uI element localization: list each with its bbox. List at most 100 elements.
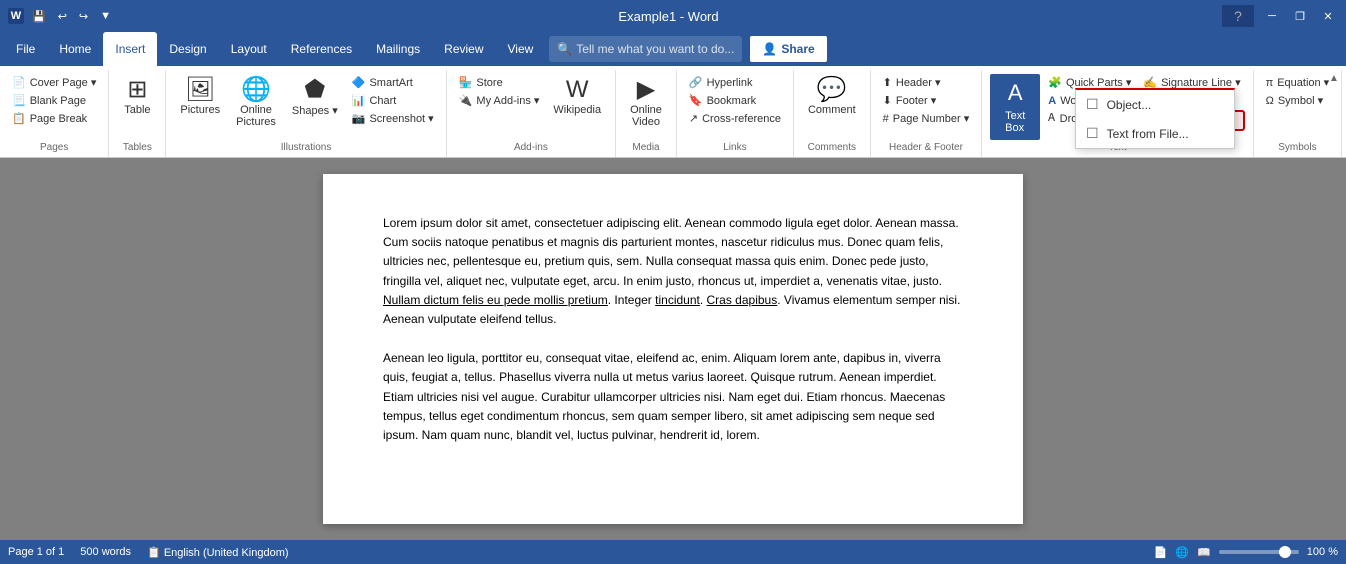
equation-btn[interactable]: π Equation ▾ <box>1262 74 1334 91</box>
links-buttons: 🔗 Hyperlink 🔖 Bookmark ↗ Cross-reference <box>685 74 785 140</box>
screenshot-btn[interactable]: 📷 Screenshot ▾ <box>348 110 438 127</box>
store-btn[interactable]: 🏪 Store <box>455 74 544 91</box>
hyperlink-btn[interactable]: 🔗 Hyperlink <box>685 74 785 91</box>
menu-insert[interactable]: Insert <box>103 32 157 66</box>
cover-page-btn[interactable]: 📄 Cover Page ▾ <box>8 74 100 91</box>
paragraph-1: Lorem ipsum dolor sit amet, consectetuer… <box>383 214 963 329</box>
object-dropdown-menu: ☐ Object... ☐ Text from File... <box>1075 88 1235 149</box>
menu-references[interactable]: References <box>279 32 364 66</box>
chart-icon: 📊 <box>352 94 366 107</box>
media-buttons: ▶ OnlineVideo <box>624 74 668 140</box>
illustrations-buttons: 🖼 Pictures 🌐 OnlinePictures ⬟ Shapes ▾ 🔷… <box>174 74 437 140</box>
help-icon: ? <box>1222 5 1254 27</box>
symbols-buttons: π Equation ▾ Ω Symbol ▾ <box>1262 74 1334 140</box>
tell-me-search[interactable]: 🔍 Tell me what you want to do... <box>549 36 742 62</box>
language-icon: 📋 <box>147 547 161 559</box>
bookmark-icon: 🔖 <box>689 94 703 107</box>
quick-parts-icon: 🧩 <box>1048 76 1062 89</box>
symbols-col: π Equation ▾ Ω Symbol ▾ <box>1262 74 1334 109</box>
document-page[interactable]: Lorem ipsum dolor sit amet, consectetuer… <box>323 174 1023 524</box>
search-placeholder: Tell me what you want to do... <box>576 42 734 56</box>
menu-layout[interactable]: Layout <box>219 32 279 66</box>
ribbon-group-pages: 📄 Cover Page ▾ 📃 Blank Page 📋 Page Break… <box>0 70 109 157</box>
title-bar-left: W 💾 ↩ ↪ ▼ <box>8 8 115 25</box>
text-box-btn[interactable]: A TextBox <box>990 74 1040 140</box>
menu-mailings[interactable]: Mailings <box>364 32 432 66</box>
drop-cap-icon: Ꭺ <box>1048 112 1055 125</box>
menu-review[interactable]: Review <box>432 32 495 66</box>
header-icon: ⬆ <box>883 76 892 89</box>
word-icon: W <box>8 8 24 24</box>
undo-qat-btn[interactable]: ↩ <box>54 8 71 25</box>
page-break-btn[interactable]: 📋 Page Break <box>8 110 100 127</box>
status-bar: Page 1 of 1 500 words 📋 English (United … <box>0 540 1346 564</box>
view-icon-read[interactable]: 📖 <box>1197 546 1211 559</box>
menu-home[interactable]: Home <box>47 32 103 66</box>
cross-ref-icon: ↗ <box>689 112 698 125</box>
redo-qat-btn[interactable]: ↪ <box>75 8 92 25</box>
addins-label: Add-ins <box>455 140 607 157</box>
comments-label: Comments <box>802 140 862 157</box>
view-icon-print[interactable]: 📄 <box>1154 546 1168 559</box>
table-btn[interactable]: ⊞ Table <box>117 74 157 120</box>
symbols-label: Symbols <box>1262 140 1334 157</box>
paragraph-2: Aenean leo ligula, porttitor eu, consequ… <box>383 349 963 445</box>
document-area: Lorem ipsum dolor sit amet, consectetuer… <box>0 158 1346 540</box>
ribbon-group-media: ▶ OnlineVideo Media <box>616 70 677 157</box>
minimize-btn[interactable]: ─ <box>1262 6 1282 26</box>
status-bar-right: 📄 🌐 📖 100 % <box>1154 546 1338 559</box>
wikipedia-btn[interactable]: W Wikipedia <box>547 74 607 120</box>
online-video-btn[interactable]: ▶ OnlineVideo <box>624 74 668 132</box>
smartart-icon: 🔷 <box>352 76 366 89</box>
equation-icon: π <box>1266 77 1274 89</box>
ribbon-collapse-btn[interactable]: ▲ <box>1326 70 1342 86</box>
zoom-thumb[interactable] <box>1279 546 1291 558</box>
online-pictures-icon: 🌐 <box>241 78 271 102</box>
ribbon-group-addins: 🏪 Store 🔌 My Add-ins ▾ W Wikipedia Add-i… <box>447 70 616 157</box>
zoom-slider[interactable] <box>1219 550 1299 554</box>
symbol-btn[interactable]: Ω Symbol ▾ <box>1262 92 1334 109</box>
online-pictures-btn[interactable]: 🌐 OnlinePictures <box>230 74 282 132</box>
ribbon-group-tables: ⊞ Table Tables <box>109 70 166 157</box>
menu-view[interactable]: View <box>496 32 546 66</box>
addins-icon: 🔌 <box>459 94 473 107</box>
ribbon-group-links: 🔗 Hyperlink 🔖 Bookmark ↗ Cross-reference… <box>677 70 794 157</box>
title-bar: W 💾 ↩ ↪ ▼ Example1 - Word ? ─ ❐ ✕ <box>0 0 1346 32</box>
comment-btn[interactable]: 💬 Comment <box>802 74 862 120</box>
underline-3: Cras dapibus <box>707 293 778 307</box>
header-btn[interactable]: ⬆ Header ▾ <box>879 74 974 91</box>
zoom-level: 100 % <box>1307 546 1338 558</box>
object-dropdown-item-text-from-file[interactable]: ☐ Text from File... <box>1076 119 1234 148</box>
object-dropdown-item-object[interactable]: ☐ Object... <box>1076 90 1234 119</box>
illustrations-col2: 🔷 SmartArt 📊 Chart 📷 Screenshot ▾ <box>348 74 438 127</box>
view-icon-web[interactable]: 🌐 <box>1175 546 1189 559</box>
customize-qat-btn[interactable]: ▼ <box>96 8 115 24</box>
footer-btn[interactable]: ⬇ Footer ▾ <box>879 92 974 109</box>
shapes-icon: ⬟ <box>304 78 325 102</box>
menu-design[interactable]: Design <box>157 32 218 66</box>
save-qat-btn[interactable]: 💾 <box>28 8 50 25</box>
share-button[interactable]: 👤 Share <box>750 36 826 62</box>
blank-page-icon: 📃 <box>12 94 26 107</box>
cross-reference-btn[interactable]: ↗ Cross-reference <box>685 110 785 127</box>
header-footer-label: Header & Footer <box>879 140 974 157</box>
page-number-btn[interactable]: # Page Number ▾ <box>879 110 974 127</box>
symbol-icon: Ω <box>1266 95 1274 107</box>
close-btn[interactable]: ✕ <box>1318 6 1338 26</box>
my-addins-btn[interactable]: 🔌 My Add-ins ▾ <box>455 92 544 109</box>
pictures-icon: 🖼 <box>185 78 215 102</box>
menu-file[interactable]: File <box>4 32 47 66</box>
bookmark-btn[interactable]: 🔖 Bookmark <box>685 92 785 109</box>
smartart-btn[interactable]: 🔷 SmartArt <box>348 74 438 91</box>
media-label: Media <box>624 140 668 157</box>
blank-page-btn[interactable]: 📃 Blank Page <box>8 92 100 109</box>
text-from-file-icon: ☐ <box>1086 125 1099 142</box>
comments-buttons: 💬 Comment <box>802 74 862 140</box>
chart-btn[interactable]: 📊 Chart <box>348 92 438 109</box>
shapes-btn[interactable]: ⬟ Shapes ▾ <box>286 74 344 121</box>
tables-label: Tables <box>117 140 157 157</box>
comment-icon: 💬 <box>817 78 847 102</box>
store-icon: 🏪 <box>459 76 473 89</box>
restore-btn[interactable]: ❐ <box>1290 6 1310 26</box>
pictures-btn[interactable]: 🖼 Pictures <box>174 74 226 120</box>
